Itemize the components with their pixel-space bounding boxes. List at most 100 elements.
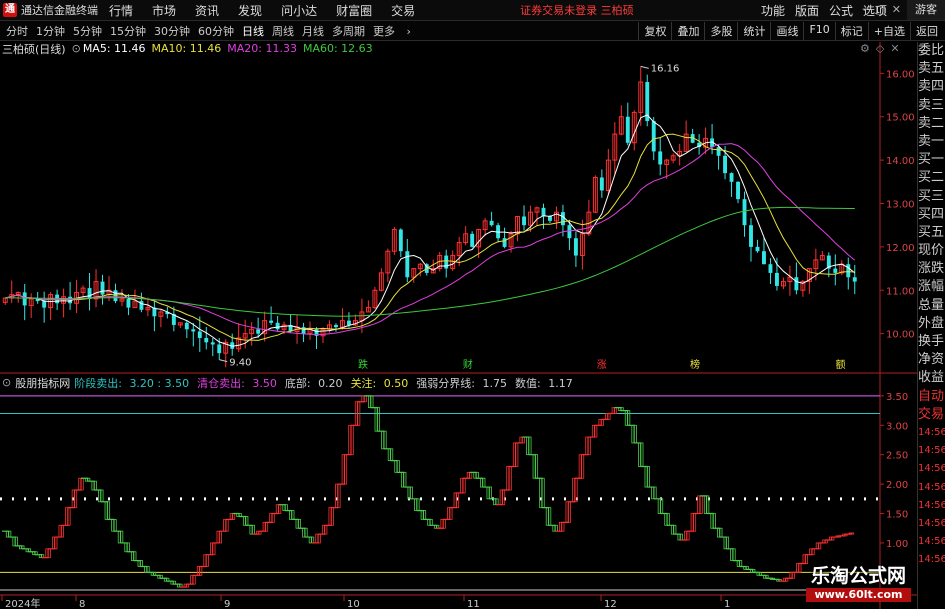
side-item[interactable]: 交易 <box>918 406 945 424</box>
tf-1min[interactable]: 1分钟 <box>36 23 65 39</box>
indicator-step <box>206 542 214 556</box>
indicator-step <box>811 542 820 550</box>
indicator-step <box>792 563 800 573</box>
candle-body <box>444 255 449 269</box>
indicator-step <box>390 459 398 473</box>
candle-body <box>742 199 747 226</box>
indicator-step <box>146 571 155 576</box>
indicator-step <box>239 515 247 526</box>
tf-60min[interactable]: 60分钟 <box>198 23 234 39</box>
indicator-step <box>627 424 635 443</box>
menu-layout[interactable]: 版面 <box>795 2 819 19</box>
indicator-step <box>324 507 332 526</box>
menu-trade[interactable]: 交易 <box>391 2 415 19</box>
candle-body <box>405 251 410 278</box>
side-item: 换手 <box>918 334 945 349</box>
indicator-step <box>298 527 306 538</box>
side-item: 买三 <box>918 188 945 204</box>
side-item: 14:56 <box>918 445 945 457</box>
tf-5min[interactable]: 5分钟 <box>73 23 102 39</box>
side-item: 买四 <box>918 206 945 222</box>
x-tick-label: 1 <box>724 599 730 609</box>
tf-15min[interactable]: 15分钟 <box>110 23 146 39</box>
indicator-step <box>825 537 833 541</box>
indicator-step <box>410 498 418 511</box>
indicator-step <box>225 513 234 521</box>
btn-multi-stock[interactable]: 多股 <box>704 22 737 40</box>
tf-30min[interactable]: 30分钟 <box>154 23 190 39</box>
tf-daily[interactable]: 日线 <box>242 23 264 39</box>
guest-button[interactable]: 游客 <box>907 0 945 20</box>
candle-body <box>794 277 799 291</box>
indicator-step <box>61 507 69 526</box>
candle-body <box>573 238 578 256</box>
ind-y-tick-label: 1.00 <box>886 539 908 550</box>
btn-stats[interactable]: 统计 <box>737 22 770 40</box>
indicator-step <box>719 536 727 549</box>
login-warning[interactable]: 证券交易未登录 三柏硕 <box>520 2 634 18</box>
btn-overlay[interactable]: 叠加 <box>671 22 704 40</box>
indicator-step <box>344 425 352 456</box>
main-menu: 行情 市场 资讯 发现 问小达 财富圈 交易 <box>109 2 434 19</box>
indicator-step <box>127 551 135 561</box>
tf-multi[interactable]: 多周期 <box>332 23 365 39</box>
menu-discover[interactable]: 发现 <box>238 2 262 19</box>
menu-market[interactable]: 行情 <box>109 2 133 19</box>
indicator-step <box>574 454 583 479</box>
indicator-step <box>54 525 62 538</box>
btn-draw[interactable]: 画线 <box>770 22 803 40</box>
indicator-step <box>160 577 168 582</box>
candle-body <box>334 324 338 328</box>
btn-mark[interactable]: 标记 <box>834 22 868 40</box>
menu-markets[interactable]: 市场 <box>152 2 176 19</box>
btn-back[interactable]: 返回 <box>910 22 943 40</box>
btn-f10[interactable]: F10 <box>803 22 834 40</box>
indicator-step <box>403 486 411 499</box>
chart-canvas[interactable]: 16.169.40 跌财涨榜额 10.0011.0012.0013.0014.00… <box>0 42 917 609</box>
indicator-step <box>232 512 240 517</box>
low-label: 9.40 <box>229 358 251 369</box>
candle-body <box>762 251 766 265</box>
menu-news[interactable]: 资讯 <box>195 2 219 19</box>
side-item: 买五 <box>918 224 945 240</box>
app-logo-icon: 通 <box>3 3 17 17</box>
btn-restore-rights[interactable]: 复权 <box>638 22 671 40</box>
menu-function[interactable]: 功能 <box>761 2 785 19</box>
indicator-step <box>805 548 813 556</box>
indicator-step <box>509 442 517 468</box>
indicator-step <box>726 548 734 561</box>
side-item[interactable]: 自动 <box>918 388 945 406</box>
tf-more[interactable]: 更多 › <box>373 23 419 39</box>
indicator-step <box>140 565 148 573</box>
x-tick-label: 9 <box>224 599 230 609</box>
menu-wealth[interactable]: 财富圈 <box>336 2 372 19</box>
close-icon[interactable]: ✕ <box>892 3 901 16</box>
y-tick-label: 13.00 <box>886 199 915 210</box>
tf-monthly[interactable]: 月线 <box>302 23 324 39</box>
event-marker: 额 <box>836 358 846 371</box>
menu-formula[interactable]: 公式 <box>829 2 853 19</box>
y-tick-label: 15.00 <box>886 113 915 124</box>
tf-intraday[interactable]: 分时 <box>6 23 28 39</box>
btn-add-favorite[interactable]: +自选 <box>867 22 910 40</box>
indicator-step <box>541 507 550 526</box>
x-tick-label: 11 <box>467 599 480 609</box>
tf-weekly[interactable]: 周线 <box>272 23 294 39</box>
menu-ask[interactable]: 问小达 <box>281 2 317 19</box>
indicator-step <box>278 504 286 511</box>
indicator-step <box>100 501 108 520</box>
indicator-step <box>212 531 220 544</box>
indicator-step <box>179 584 187 588</box>
side-item: 14:56 <box>918 554 945 566</box>
candle-body <box>749 225 753 247</box>
indicator-step <box>522 436 530 455</box>
candle-body <box>548 216 552 221</box>
indicator-step <box>383 448 392 461</box>
ind-y-tick-label: 2.00 <box>886 480 908 491</box>
indicator-step <box>107 518 115 532</box>
window-controls: ─ □ ✕ <box>863 3 901 16</box>
indicator-step <box>370 407 378 432</box>
maximize-icon[interactable]: □ <box>875 3 885 16</box>
minimize-icon[interactable]: ─ <box>863 3 870 16</box>
indicator-step <box>199 554 207 568</box>
